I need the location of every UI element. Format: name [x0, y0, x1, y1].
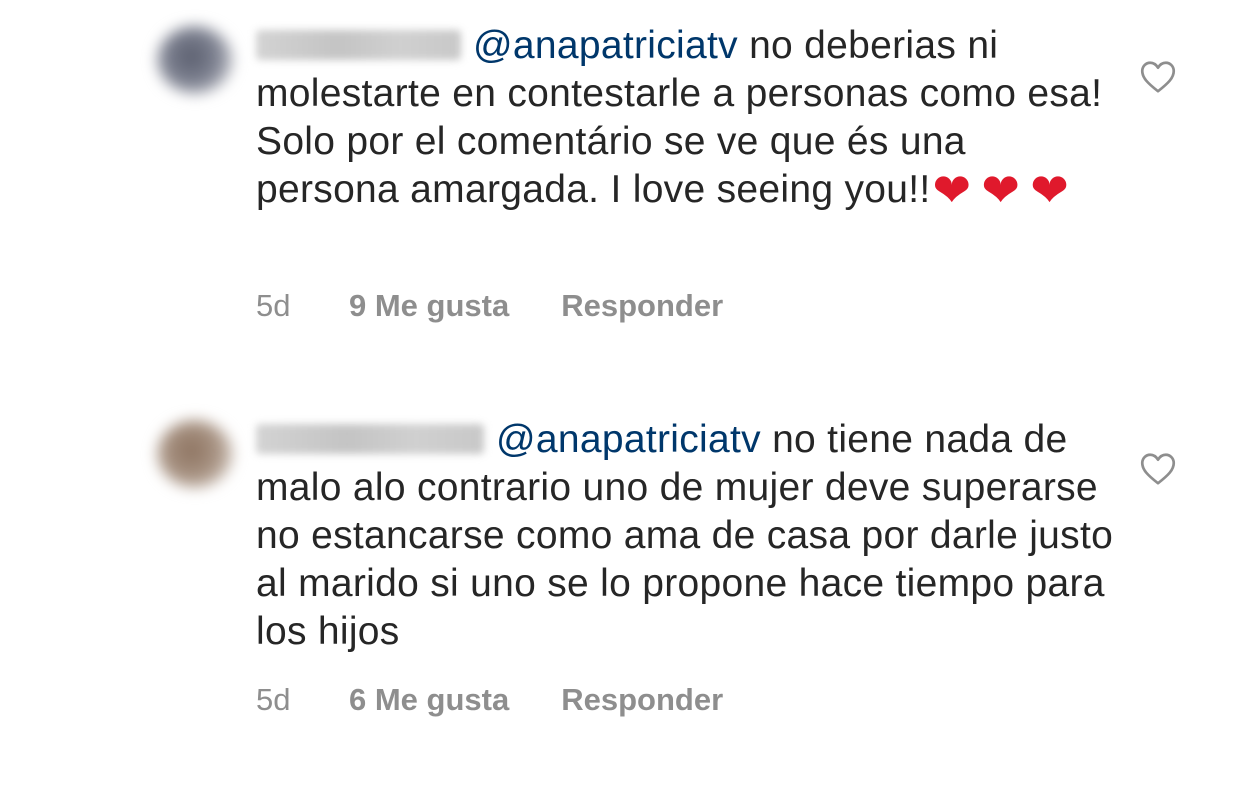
username-redacted[interactable]: [256, 29, 461, 60]
heart-outline-icon: [1140, 453, 1176, 485]
heart-outline-icon: [1140, 61, 1176, 93]
avatar[interactable]: [157, 420, 233, 488]
likes-count-button[interactable]: 9 Me gusta: [349, 288, 509, 324]
reply-button[interactable]: Responder: [561, 288, 723, 324]
reply-button[interactable]: Responder: [561, 682, 723, 718]
red-heart-emoji: ❤: [1030, 164, 1070, 216]
comment-body: @anapatriciatv no deberias ni molestarte…: [256, 22, 1116, 214]
avatar[interactable]: [157, 26, 233, 94]
red-heart-emoji: ❤: [932, 164, 972, 216]
mention-link[interactable]: @anapatriciatv: [473, 24, 738, 67]
mention-link[interactable]: @anapatriciatv: [496, 418, 761, 461]
comment-meta: 5d 9 Me gusta Responder: [256, 288, 723, 324]
emoji-group: ❤ ❤ ❤: [933, 166, 1080, 214]
likes-count-button[interactable]: 6 Me gusta: [349, 682, 509, 718]
like-button[interactable]: [1140, 60, 1176, 94]
comment-time: 5d: [256, 682, 291, 717]
like-button[interactable]: [1140, 452, 1176, 486]
red-heart-emoji: ❤: [981, 164, 1021, 216]
comment-body: @anapatriciatv no tiene nada de malo alo…: [256, 416, 1136, 656]
comment-meta: 5d 6 Me gusta Responder: [256, 682, 723, 718]
comment-time: 5d: [256, 288, 291, 323]
username-redacted[interactable]: [256, 423, 484, 454]
